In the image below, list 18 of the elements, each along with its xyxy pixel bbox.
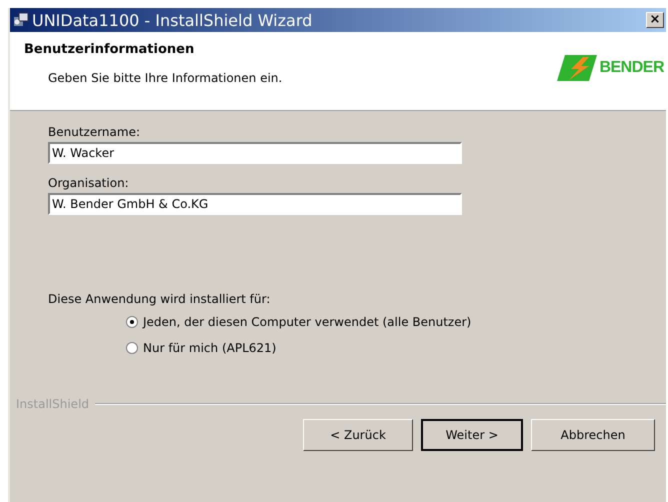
radio-option[interactable]: Jeden, der diesen Computer verwendet (alle Benutzer) <box>126 315 472 329</box>
page-subtitle: Geben Sie bitte Ihre Informationen ein. <box>48 71 282 85</box>
close-button[interactable]: × <box>646 12 664 28</box>
window-title: UNIData1100 - InstallShield Wizard <box>32 10 312 30</box>
install-for-label: Diese Anwendung wird installiert für: <box>48 292 270 306</box>
input-field[interactable]: W. Wacker <box>48 142 462 164</box>
brand-label: InstallShield <box>16 397 90 411</box>
wizard-button[interactable]: Abbrechen <box>531 419 655 451</box>
input-field[interactable]: W. Bender GmbH & Co.KG <box>48 193 462 215</box>
wizard-button[interactable]: Weiter > <box>421 419 523 451</box>
field-label: Benutzername: <box>48 125 140 139</box>
page-title: Benutzerinformationen <box>24 42 196 57</box>
logo-text: BENDER <box>599 59 664 77</box>
lightning-logo-icon <box>557 55 598 81</box>
field-label: Organisation: <box>48 176 129 190</box>
radio-option[interactable]: Nur für mich (APL621) <box>126 341 276 355</box>
wizard-button[interactable]: < Zurück <box>303 419 413 451</box>
installer-icon <box>13 12 29 28</box>
